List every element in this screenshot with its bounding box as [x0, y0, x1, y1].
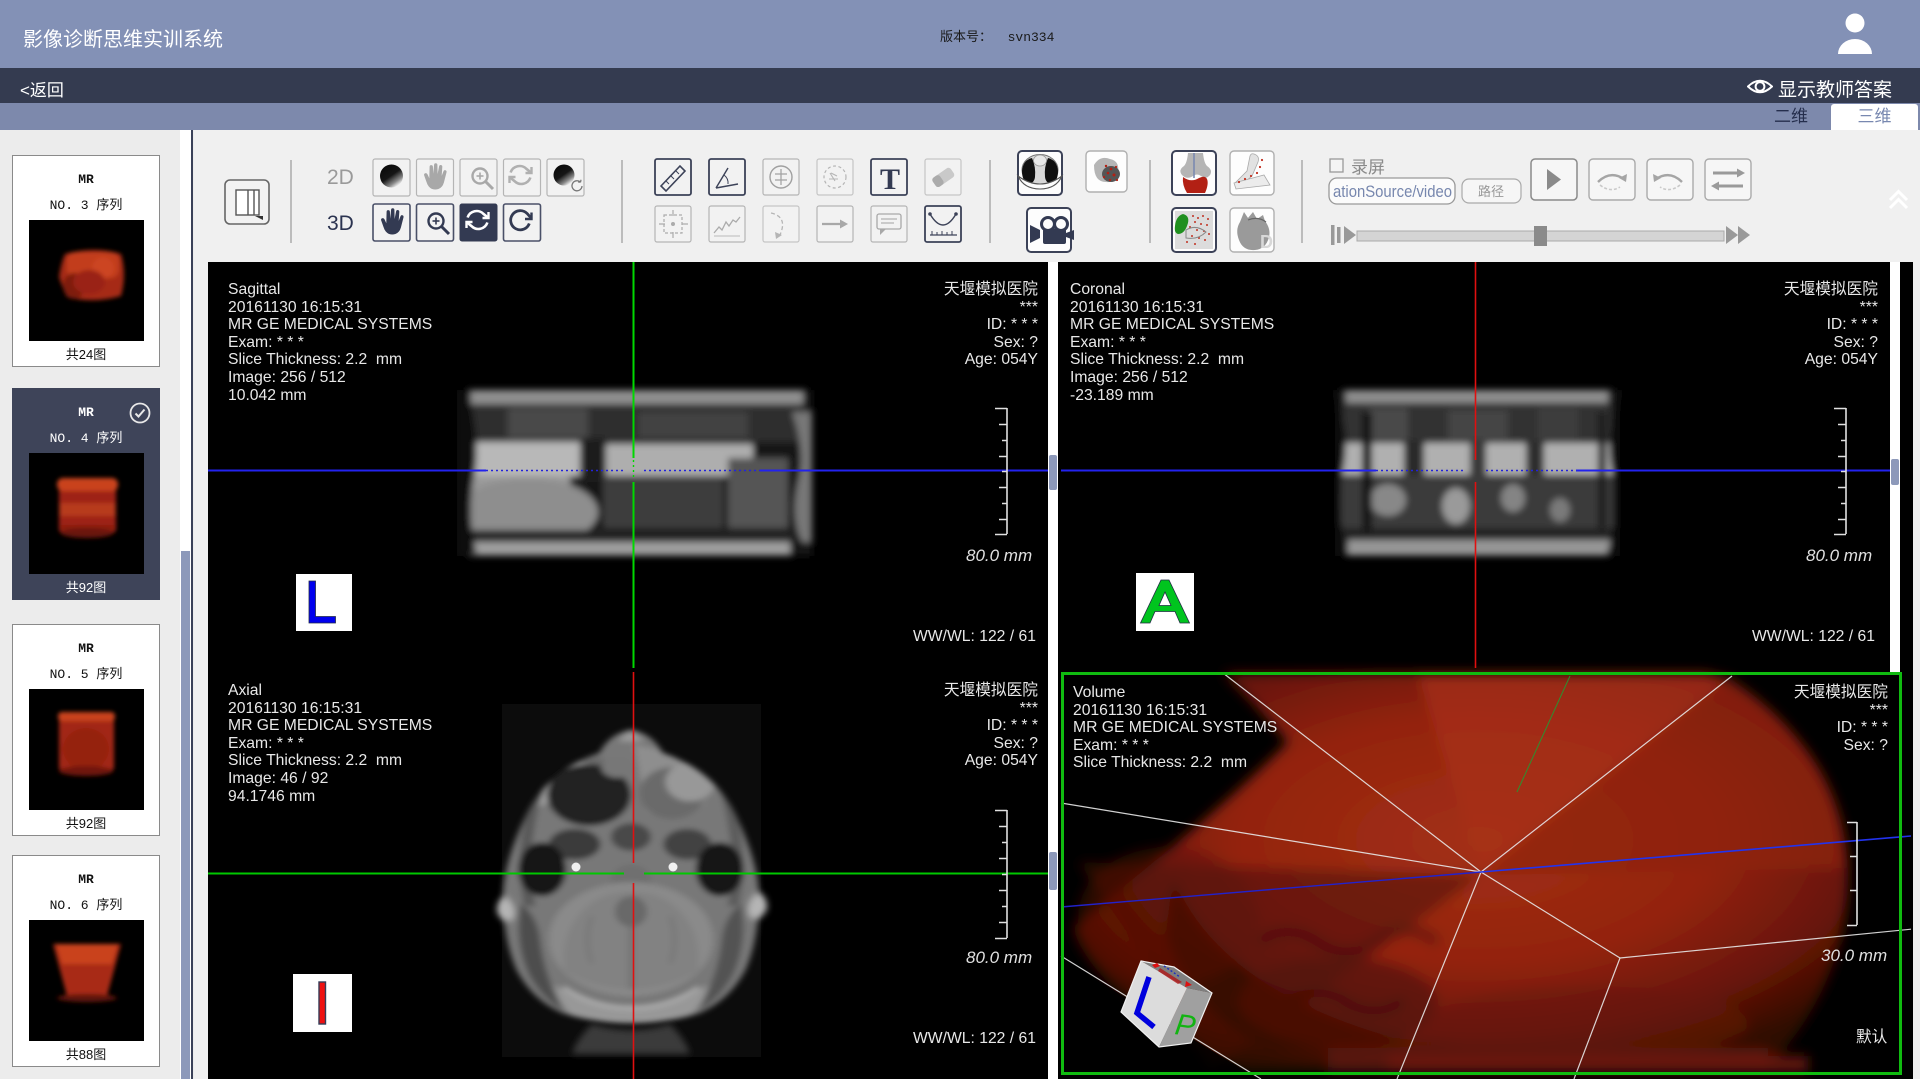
svg-text:D: D [1260, 232, 1273, 252]
svg-text:ationSource/video: ationSource/video [1333, 182, 1452, 201]
svg-text:录屏: 录屏 [1351, 158, 1385, 177]
svg-text:T: T [880, 163, 900, 196]
svg-text:路径: 路径 [1478, 184, 1504, 199]
svg-text:2D: 2D [327, 166, 354, 189]
svg-text:3D: 3D [327, 212, 354, 235]
